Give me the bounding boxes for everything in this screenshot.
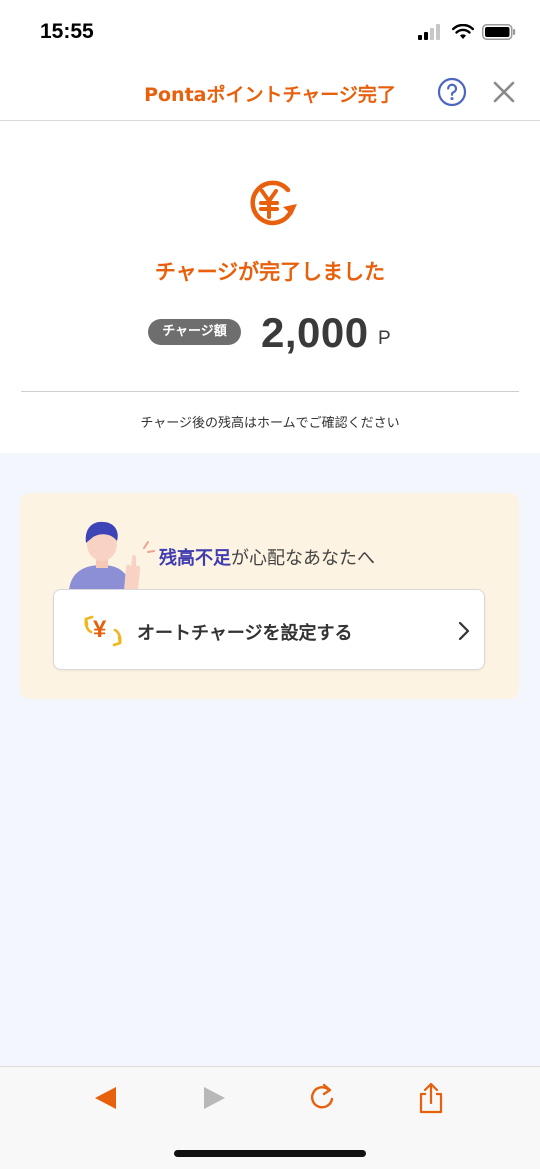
yen-symbol: ¥ bbox=[93, 616, 107, 643]
share-icon[interactable] bbox=[414, 1081, 448, 1115]
back-icon[interactable] bbox=[89, 1081, 123, 1115]
status-bar: 15:55 bbox=[0, 0, 540, 64]
balance-note: チャージ後の残高はホームでご確認ください bbox=[140, 416, 400, 431]
status-time: 15:55 bbox=[40, 20, 94, 43]
status-icons bbox=[418, 24, 516, 40]
yen-refresh-icon bbox=[250, 180, 297, 226]
help-icon[interactable] bbox=[437, 77, 467, 107]
wifi-icon bbox=[452, 24, 474, 39]
header: Pontaポイントチャージ完了 bbox=[0, 64, 540, 121]
amount-label-badge: チャージ額 bbox=[148, 319, 241, 345]
result-message: チャージが完了しました bbox=[154, 260, 386, 284]
forward-icon[interactable] bbox=[197, 1081, 231, 1115]
auto-charge-button[interactable]: ¥ オートチャージを設定する bbox=[53, 589, 485, 670]
home-indicator bbox=[174, 1150, 366, 1157]
charge-amount: チャージ額 2,000 P bbox=[148, 309, 408, 359]
battery-icon bbox=[482, 24, 516, 40]
divider bbox=[21, 391, 519, 392]
auto-charge-promo: 残高不足が心配なあなたへ ¥ オートチャージを設定する bbox=[20, 493, 519, 699]
promo-text-rest: が心配なあなたへ bbox=[231, 548, 375, 569]
close-icon[interactable] bbox=[490, 78, 518, 106]
reload-icon[interactable] bbox=[305, 1081, 339, 1115]
promo-text: 残高不足が心配なあなたへ bbox=[159, 544, 375, 570]
promo-highlight: 残高不足 bbox=[159, 548, 231, 569]
amount-unit: P bbox=[378, 328, 391, 349]
amount-value: 2,000 bbox=[261, 309, 369, 356]
chevron-right-icon bbox=[458, 621, 470, 641]
signal-icon bbox=[418, 24, 440, 40]
person-illustration bbox=[69, 521, 155, 590]
auto-charge-label: オートチャージを設定する bbox=[137, 623, 353, 644]
yen-exchange-icon: ¥ bbox=[79, 612, 127, 650]
charge-result: チャージが完了しました チャージ額 2,000 P チャージ後の残高はホームでご… bbox=[0, 121, 540, 453]
